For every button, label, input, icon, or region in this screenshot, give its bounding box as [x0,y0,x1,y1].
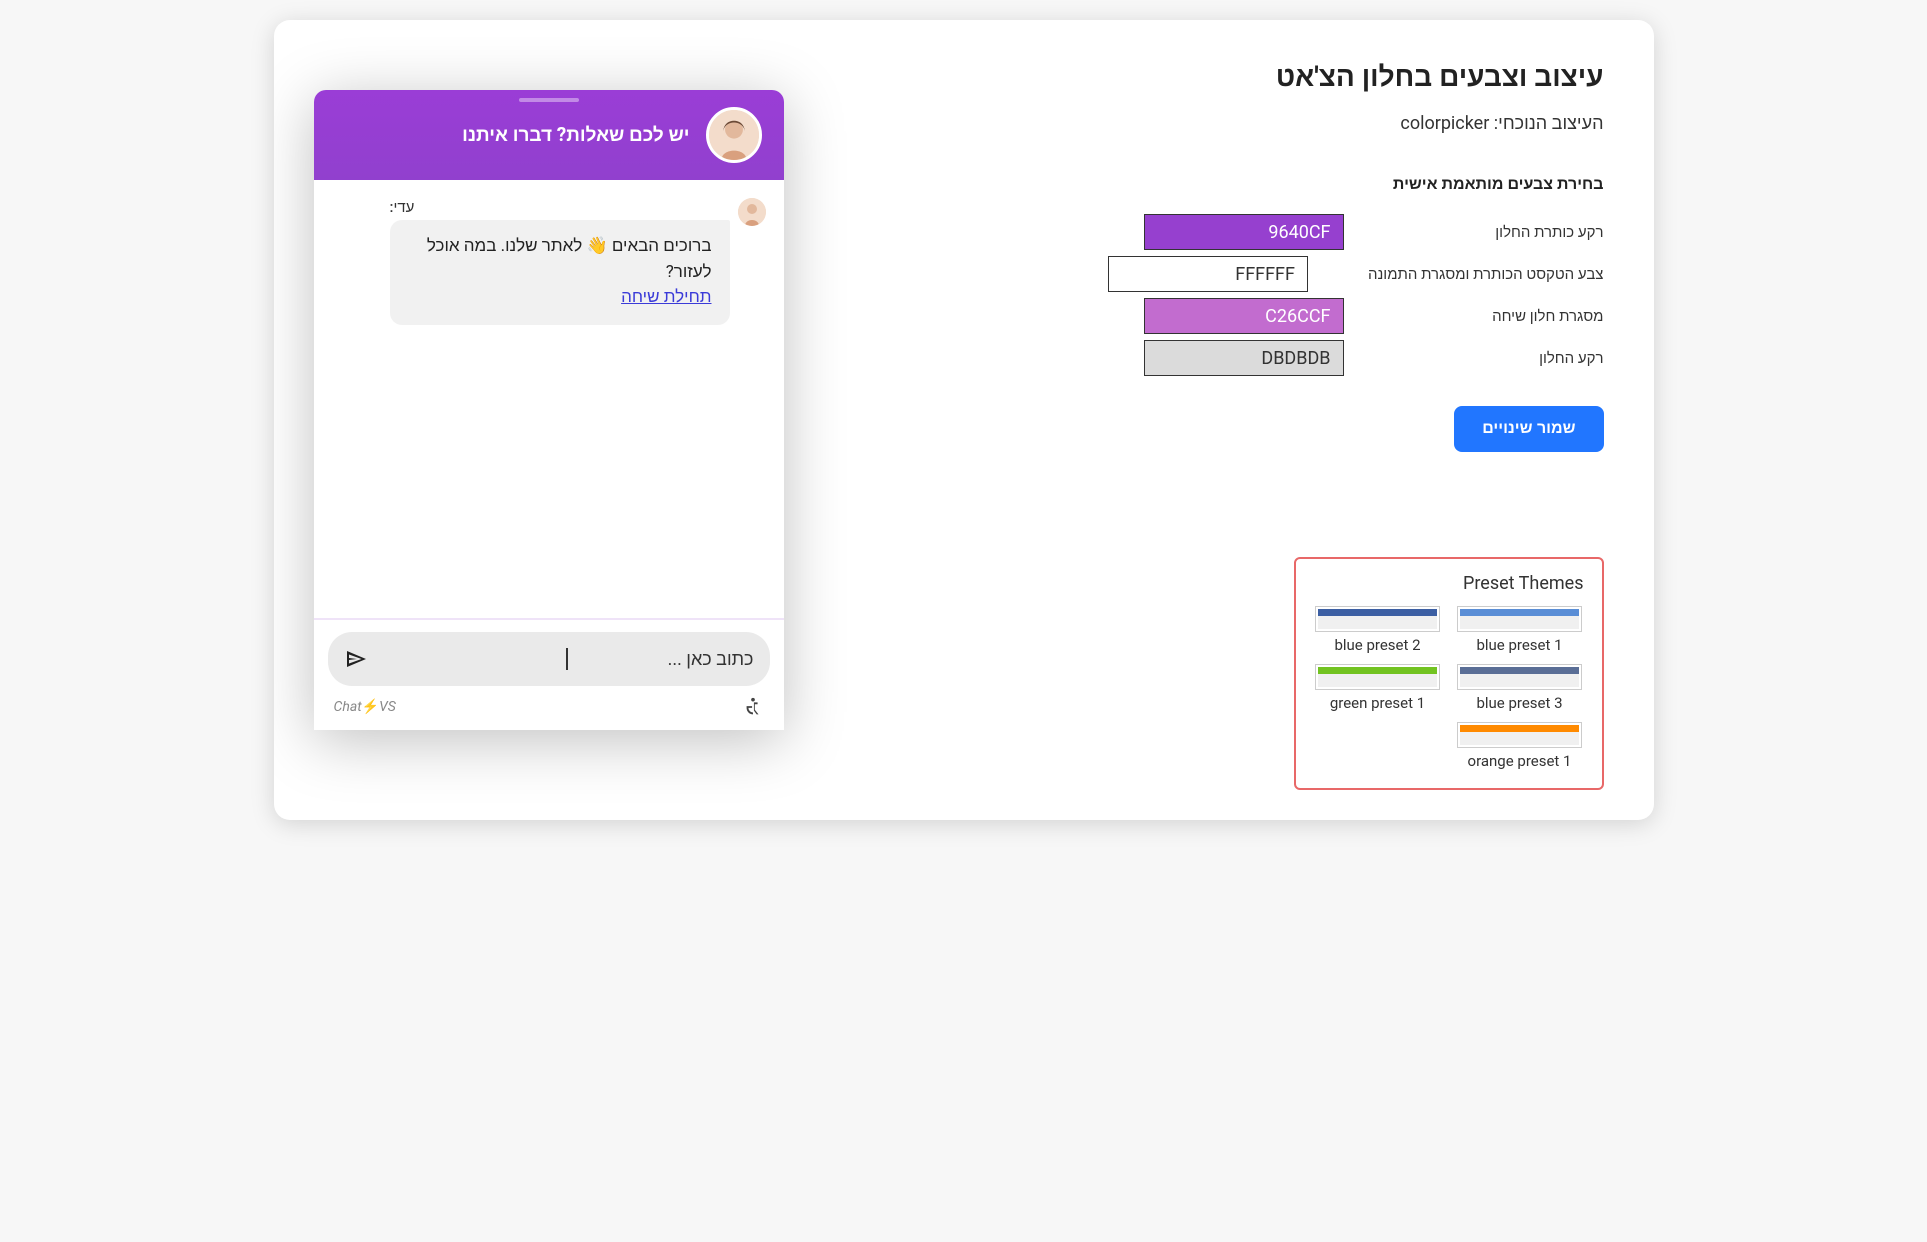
bolt-icon: ⚡ [362,699,379,715]
preset-thumbnail [1457,722,1582,748]
preset-themes-title: Preset Themes [1314,573,1584,594]
agent-avatar [706,107,762,163]
preset-thumbnail [1457,606,1582,632]
color-value: 9640CF [1268,222,1330,243]
preset-label: blue preset 2 [1334,636,1420,654]
color-row: צבע הטקסט הכותרת ומסגרת התמונה FFFFFF [1108,256,1604,292]
settings-card: עיצוב וצבעים בחלון הצ'אט העיצוב הנוכחי: … [274,20,1654,820]
chat-branding-row: Chat⚡VS [328,692,770,718]
preset-themes-box: Preset Themes blue preset 1 blue preset 2… [1294,557,1604,790]
preset-label: green preset 1 [1330,694,1425,712]
color-value: C26CCF [1265,306,1330,327]
save-button[interactable]: שמור שינויים [1454,406,1603,452]
chat-message: עדי: ברוכים הבאים 👋 לאתר שלנו. במה אוכל … [332,198,766,325]
color-rows: רקע כותרת החלון 9640CF צבע הטקסט הכותרת ומ… [1108,214,1604,376]
chat-footer: כתוב כאן ... Chat⚡VS [314,618,784,730]
current-design-label: העיצוב הנוכחי: colorpicker [1108,113,1604,134]
preset-item[interactable]: green preset 1 [1314,664,1442,712]
preset-item[interactable]: blue preset 2 [1314,606,1442,654]
agent-name-label: עדי: [390,198,415,216]
color-swatch[interactable]: DBDBDB [1144,340,1344,376]
color-row: מסגרת חלון שיחה C26CCF [1108,298,1604,334]
chat-header-text: יש לכם שאלות? דברו איתנו [462,123,689,147]
color-section-label: בחירת צבעים מותאמת אישית [1108,174,1604,194]
send-icon[interactable] [344,647,368,671]
chat-body: עדי: ברוכים הבאים 👋 לאתר שלנו. במה אוכל … [314,180,784,618]
color-swatch[interactable]: C26CCF [1144,298,1344,334]
color-swatch[interactable]: FFFFFF [1108,256,1308,292]
chat-input-placeholder[interactable]: כתוב כאן ... [580,649,754,670]
chat-input-row[interactable]: כתוב כאן ... [328,632,770,686]
chat-preview: יש לכם שאלות? דברו איתנו עדי: ברוכים הבא… [314,90,784,730]
config-panel: עיצוב וצבעים בחלון הצ'אט העיצוב הנוכחי: … [1108,60,1604,452]
preset-thumbnail [1315,606,1440,632]
preset-label: orange preset 1 [1468,752,1572,770]
preset-thumbnail [1315,664,1440,690]
preset-label: blue preset 1 [1476,636,1562,654]
color-label: צבע הטקסט הכותרת ומסגרת התמונה [1368,265,1604,283]
chat-header: יש לכם שאלות? דברו איתנו [314,90,784,180]
accessibility-icon[interactable] [742,696,764,718]
preset-label: blue preset 3 [1476,694,1562,712]
color-label: רקע החלון [1404,349,1604,367]
preset-item[interactable]: blue preset 1 [1456,606,1584,654]
current-design-prefix: העיצוב הנוכחי: [1489,113,1603,134]
brand-chat: Chat [334,699,362,715]
chat-message-text: ברוכים הבאים 👋 לאתר שלנו. במה אוכל לעזור… [427,236,712,282]
color-label: מסגרת חלון שיחה [1404,307,1604,325]
page-title: עיצוב וצבעים בחלון הצ'אט [1108,60,1604,93]
color-swatch[interactable]: 9640CF [1144,214,1344,250]
color-row: רקע כותרת החלון 9640CF [1108,214,1604,250]
preset-item[interactable]: orange preset 1 [1456,722,1584,770]
color-label: רקע כותרת החלון [1404,223,1604,241]
preset-thumbnail [1457,664,1582,690]
preset-item[interactable]: blue preset 3 [1456,664,1584,712]
branding-text: Chat⚡VS [334,699,396,715]
color-value: FFFFFF [1235,264,1295,285]
agent-avatar-small [738,198,766,226]
start-chat-link[interactable]: תחילת שיחה [621,287,711,307]
color-value: DBDBDB [1261,348,1330,369]
brand-vs: VS [379,699,396,715]
text-caret [566,648,568,670]
color-row: רקע החלון DBDBDB [1108,340,1604,376]
current-design-value: colorpicker [1400,113,1489,134]
preset-themes-grid: blue preset 1 blue preset 2 blue preset 3 g… [1314,606,1584,770]
chat-bubble: ברוכים הבאים 👋 לאתר שלנו. במה אוכל לעזור… [390,220,730,325]
